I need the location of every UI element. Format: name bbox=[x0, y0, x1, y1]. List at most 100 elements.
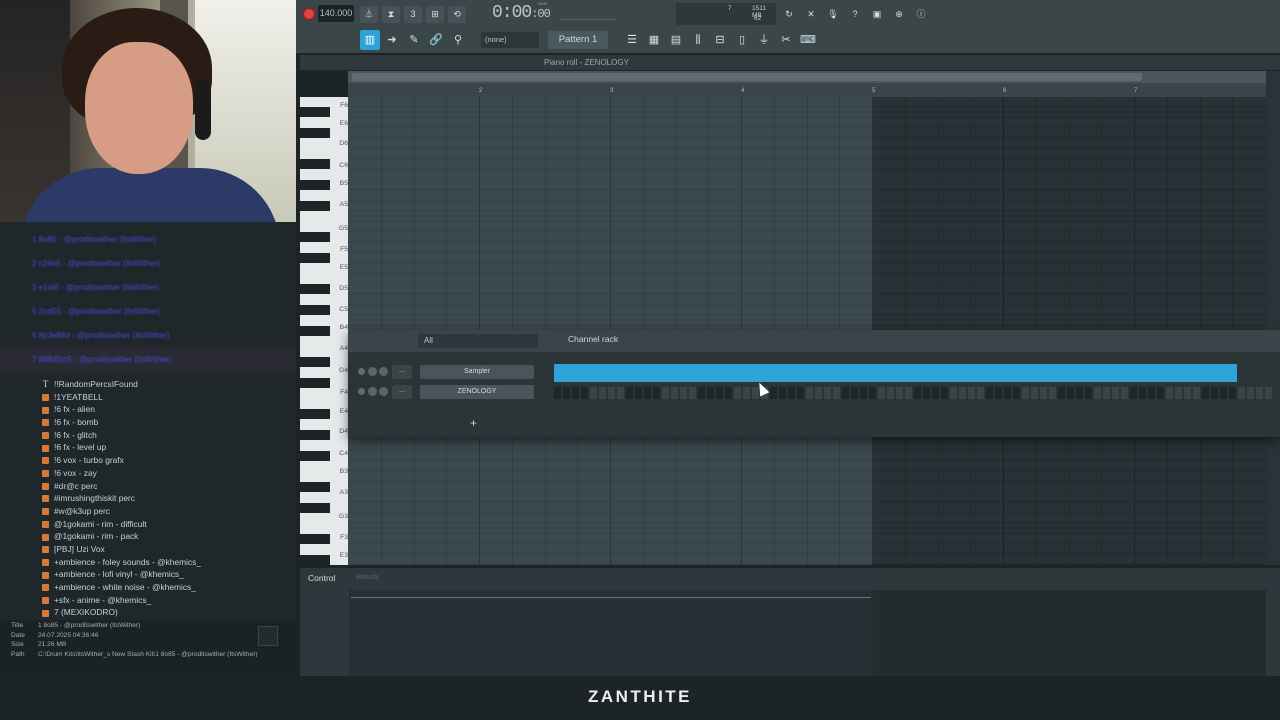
step-button[interactable] bbox=[698, 387, 705, 399]
step-button[interactable] bbox=[788, 387, 795, 399]
step-button[interactable] bbox=[1022, 387, 1029, 399]
master-volume-meter[interactable] bbox=[561, 8, 617, 20]
sampler-step-bar[interactable] bbox=[554, 364, 1237, 382]
control-selector[interactable]: Control bbox=[308, 573, 335, 583]
browser-item[interactable]: !6 fx - bomb bbox=[0, 416, 296, 429]
step-button[interactable] bbox=[1076, 387, 1083, 399]
step-button[interactable] bbox=[878, 387, 885, 399]
step-button[interactable] bbox=[1103, 387, 1110, 399]
step-button[interactable] bbox=[1085, 387, 1092, 399]
plugin-icon[interactable]: ⊕ bbox=[890, 6, 908, 23]
browser-item[interactable]: 7 (MEXIKODRO) bbox=[0, 606, 296, 619]
info-icon[interactable]: ⓘ bbox=[912, 6, 930, 23]
mixer-icon[interactable]: ⫼ bbox=[688, 30, 708, 50]
browser-item[interactable]: #dr@c perc bbox=[0, 480, 296, 493]
step-button[interactable] bbox=[743, 387, 750, 399]
step-button[interactable] bbox=[941, 387, 948, 399]
step-button[interactable] bbox=[725, 387, 732, 399]
mute-button[interactable] bbox=[358, 388, 365, 395]
step-button[interactable] bbox=[824, 387, 831, 399]
step-button[interactable] bbox=[860, 387, 867, 399]
step-button[interactable] bbox=[1202, 387, 1209, 399]
step-button[interactable] bbox=[914, 387, 921, 399]
step-button[interactable] bbox=[653, 387, 660, 399]
wait-icon[interactable]: ⧗ bbox=[382, 6, 400, 23]
step-button[interactable] bbox=[950, 387, 957, 399]
step-button[interactable] bbox=[977, 387, 984, 399]
folder-item[interactable]: 7 888d5tc5 - @proditswither (ItsWither) bbox=[0, 348, 296, 372]
document-icon[interactable]: ▯ bbox=[732, 30, 752, 50]
browser-item[interactable]: T !!RandomPercsIFound bbox=[0, 378, 296, 391]
black-key[interactable] bbox=[300, 450, 330, 461]
mixer-track-number[interactable]: --- bbox=[392, 385, 412, 399]
browser-icon[interactable]: ⊟ bbox=[710, 30, 730, 50]
step-button[interactable] bbox=[797, 387, 804, 399]
black-key[interactable] bbox=[300, 377, 330, 388]
black-key[interactable] bbox=[300, 107, 330, 118]
black-key[interactable] bbox=[300, 429, 330, 440]
step-button[interactable] bbox=[986, 387, 993, 399]
step-button[interactable] bbox=[968, 387, 975, 399]
stamp-icon[interactable]: ⚲ bbox=[448, 30, 468, 50]
folder-item[interactable]: 6 8p3e88d - @proditswither (ItsWither) bbox=[0, 324, 296, 348]
bar-number[interactable]: 4 bbox=[741, 88, 744, 94]
step-button[interactable] bbox=[959, 387, 966, 399]
arrow-right-icon[interactable]: ➜ bbox=[382, 30, 402, 50]
link-icon[interactable]: 🔗 bbox=[426, 30, 446, 50]
step-button[interactable] bbox=[1211, 387, 1218, 399]
channel-selector[interactable]: (none) bbox=[481, 32, 539, 48]
step-button[interactable] bbox=[1265, 387, 1272, 399]
scrollbar-thumb[interactable] bbox=[352, 73, 1142, 81]
step-button[interactable] bbox=[1139, 387, 1146, 399]
step-button[interactable] bbox=[554, 387, 561, 399]
record-button[interactable] bbox=[302, 7, 316, 21]
step-button[interactable] bbox=[707, 387, 714, 399]
step-button[interactable] bbox=[770, 387, 777, 399]
step-button[interactable] bbox=[734, 387, 741, 399]
black-key[interactable] bbox=[300, 232, 330, 243]
step-button[interactable] bbox=[563, 387, 570, 399]
channel-name-button[interactable]: ZENOLOGY bbox=[420, 385, 534, 399]
bar-number[interactable]: 2 bbox=[479, 88, 482, 94]
add-channel-button[interactable]: + bbox=[470, 416, 477, 430]
step-button[interactable] bbox=[599, 387, 606, 399]
browser-item[interactable]: !6 fx - alien bbox=[0, 403, 296, 416]
step-button[interactable] bbox=[1004, 387, 1011, 399]
black-key[interactable] bbox=[300, 305, 330, 315]
browser-item[interactable]: !6 vox - turbo grafx bbox=[0, 454, 296, 467]
browser-item[interactable]: !6 fx - glitch bbox=[0, 429, 296, 442]
browser-item[interactable]: @1gokami - rim - difficult bbox=[0, 518, 296, 531]
step-button[interactable] bbox=[1058, 387, 1065, 399]
velocity-lane[interactable] bbox=[349, 590, 1266, 676]
folder-item[interactable]: 2 c24o5 - @proditswither (ItsWither) bbox=[0, 252, 296, 276]
step-button[interactable] bbox=[1175, 387, 1182, 399]
step-button[interactable] bbox=[680, 387, 687, 399]
browser-item[interactable]: +sfx - anime - @khemics_ bbox=[0, 594, 296, 607]
black-key[interactable] bbox=[300, 159, 330, 170]
step-button[interactable] bbox=[590, 387, 597, 399]
help-icon[interactable]: ? bbox=[846, 6, 864, 23]
step-button[interactable] bbox=[1040, 387, 1047, 399]
step-button[interactable] bbox=[1238, 387, 1245, 399]
step-button[interactable] bbox=[644, 387, 651, 399]
step-button[interactable] bbox=[932, 387, 939, 399]
tempo-display[interactable]: 140.000 bbox=[318, 5, 354, 22]
step-button[interactable] bbox=[671, 387, 678, 399]
pan-knob[interactable] bbox=[368, 387, 377, 396]
black-key[interactable] bbox=[300, 284, 330, 295]
step-button[interactable] bbox=[1220, 387, 1227, 399]
step-button[interactable] bbox=[1112, 387, 1119, 399]
browser-item[interactable]: !6 vox - zay bbox=[0, 467, 296, 480]
folder-item[interactable]: 5 2nd55 - @proditswither (ItsWither) bbox=[0, 300, 296, 324]
browser-item[interactable]: !1YEATBELL bbox=[0, 391, 296, 404]
step-button[interactable] bbox=[851, 387, 858, 399]
tools-icon[interactable]: ✂ bbox=[776, 30, 796, 50]
step-button[interactable] bbox=[716, 387, 723, 399]
step-button[interactable] bbox=[815, 387, 822, 399]
step-button[interactable] bbox=[635, 387, 642, 399]
step-button[interactable] bbox=[1130, 387, 1137, 399]
pencil-icon[interactable]: ✎ bbox=[404, 30, 424, 50]
step-button[interactable] bbox=[1256, 387, 1263, 399]
black-key[interactable] bbox=[300, 554, 330, 565]
volume-knob[interactable] bbox=[379, 387, 388, 396]
